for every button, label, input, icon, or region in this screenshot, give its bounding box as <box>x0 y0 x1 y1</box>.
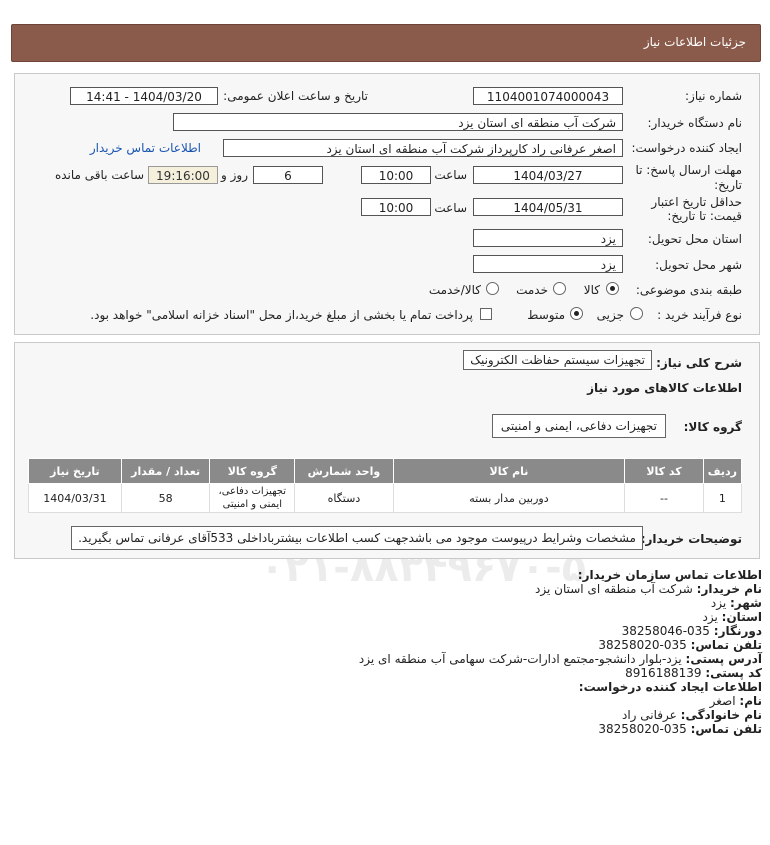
treasury-payment-checkbox[interactable] <box>480 308 492 320</box>
category-option-service: خدمت <box>516 283 548 297</box>
process-option-minor: جزیی <box>596 308 624 322</box>
cell-name: دوربین مدار بسته <box>392 483 626 513</box>
deadline-label-date: تاریخ: <box>714 178 742 192</box>
cell-date: 1404/03/31 <box>28 483 122 513</box>
creator-field: اصغر عرفانی راد کارپرداز شرکت آب منطقه ا… <box>223 139 623 157</box>
announce-date-label: تاریخ و ساعت اعلان عمومی: <box>223 89 368 103</box>
cell-row: 1 <box>702 483 743 513</box>
cell-group: تجهیزات دفاعی، ایمنی و امنیتی <box>209 483 296 513</box>
buyer-org-field: شرکت آب منطقه ای استان یزد <box>173 113 623 131</box>
goods-group-field: تجهیزات دفاعی، ایمنی و امنیتی <box>491 414 666 438</box>
cell-qty: 58 <box>120 483 211 513</box>
category-option-goods-service: کالا/خدمت <box>428 283 481 297</box>
creator-last-name: نام خانوادگی: عرفانی راد <box>622 708 762 722</box>
summary-field: تجهیزات سیستم حفاظت الکترونیک <box>463 350 652 370</box>
goods-table-header: ردیف کد کالا نام کالا واحد شمارش گروه کا… <box>28 458 743 484</box>
category-radio-goods-service[interactable] <box>486 282 499 295</box>
col-code: کد کالا <box>624 458 704 484</box>
col-group: گروه کالا <box>209 458 296 484</box>
buyer-notes-label: توضیحات خریدار: <box>640 532 742 546</box>
buyer-notes-field: مشخصات وشرایط درپیوست موجود می باشدجهت ک… <box>71 526 643 550</box>
process-label: نوع فرآیند خرید : <box>657 308 742 322</box>
goods-group-label: گروه کالا: <box>683 420 742 434</box>
validity-date-field: 1404/05/31 <box>473 198 623 216</box>
treasury-payment-note: پرداخت تمام یا بخشی از مبلغ خرید،از محل … <box>90 308 473 322</box>
table-row: 1 -- دوربین مدار بسته دستگاه تجهیزات دفا… <box>28 483 743 513</box>
summary-label: شرح کلی نیاز: <box>656 356 742 370</box>
city-field: یزد <box>473 255 623 273</box>
category-radio-service[interactable] <box>553 282 566 295</box>
page-title: جزئیات اطلاعات نیاز <box>643 35 746 49</box>
creator-label: ایجاد کننده درخواست: <box>631 141 742 155</box>
contact-phone: تلفن تماس: 035-38258020 <box>598 638 762 652</box>
validity-time-field: 10:00 <box>361 198 431 216</box>
creator-info-title: اطلاعات ایجاد کننده درخواست: <box>578 680 762 694</box>
col-unit: واحد شمارش <box>294 458 394 484</box>
creator-first-name: نام: اصغر <box>709 694 762 708</box>
deadline-label: مهلت ارسال پاسخ: تا <box>635 163 742 177</box>
contact-fax: دورنگار: 035-38258046 <box>621 624 762 638</box>
buyer-org-label: نام دستگاه خریدار: <box>647 116 743 130</box>
contact-title: اطلاعات تماس سازمان خریدار: <box>577 568 762 582</box>
contact-city: شهر: یزد <box>710 596 762 610</box>
deadline-date-field: 1404/03/27 <box>473 166 623 184</box>
deadline-time-label: ساعت <box>434 168 467 182</box>
contact-address: آدرس پستی: یزد-بلوار دانشجو-مجتمع ادارات… <box>358 652 762 666</box>
col-qty: تعداد / مقدار <box>120 458 211 484</box>
category-label: طبقه بندی موضوعی: <box>635 283 742 297</box>
need-number-field: 1104001074000043 <box>473 87 623 105</box>
validity-time-label: ساعت <box>434 201 467 215</box>
remaining-time-field: 19:16:00 <box>148 166 218 184</box>
process-radio-medium[interactable] <box>570 307 583 320</box>
province-label: استان محل تحویل: <box>647 232 742 246</box>
goods-info-title: اطلاعات کالاهای مورد نیاز <box>587 381 742 395</box>
cell-unit: دستگاه <box>294 483 394 513</box>
col-row: ردیف <box>702 458 743 484</box>
goods-table: ردیف کد کالا نام کالا واحد شمارش گروه کا… <box>28 458 743 513</box>
need-number-label: شماره نیاز: <box>685 89 742 103</box>
deadline-time-field: 10:00 <box>361 166 431 184</box>
validity-label-date: قیمت: تا تاریخ: <box>667 209 742 223</box>
cell-code: -- <box>624 483 704 513</box>
contact-buyer-name: نام خریدار: شرکت آب منطقه ای استان یزد <box>535 582 762 596</box>
days-label: روز و <box>221 168 248 182</box>
creator-phone: تلفن تماس: 035-38258020 <box>598 722 762 736</box>
contact-postal: کد پستی: 8916188139 <box>625 666 762 680</box>
city-label: شهر محل تحویل: <box>655 258 742 272</box>
days-field: 6 <box>253 166 323 184</box>
announce-date-field: 1404/03/20 - 14:41 <box>70 87 218 105</box>
contact-province: استان: یزد <box>702 610 763 624</box>
page-header: جزئیات اطلاعات نیاز <box>11 24 761 62</box>
category-option-goods: کالا <box>583 283 600 297</box>
validity-label: حداقل تاریخ اعتبار <box>651 195 742 209</box>
process-radio-minor[interactable] <box>630 307 643 320</box>
province-field: یزد <box>473 229 623 247</box>
remaining-label: ساعت باقی مانده <box>54 168 144 182</box>
col-name: نام کالا <box>392 458 626 484</box>
col-date: تاریخ نیاز <box>28 458 122 484</box>
process-option-medium: متوسط <box>527 308 565 322</box>
buyer-contact-link[interactable]: اطلاعات تماس خریدار <box>90 141 201 155</box>
category-radio-goods[interactable] <box>606 282 619 295</box>
